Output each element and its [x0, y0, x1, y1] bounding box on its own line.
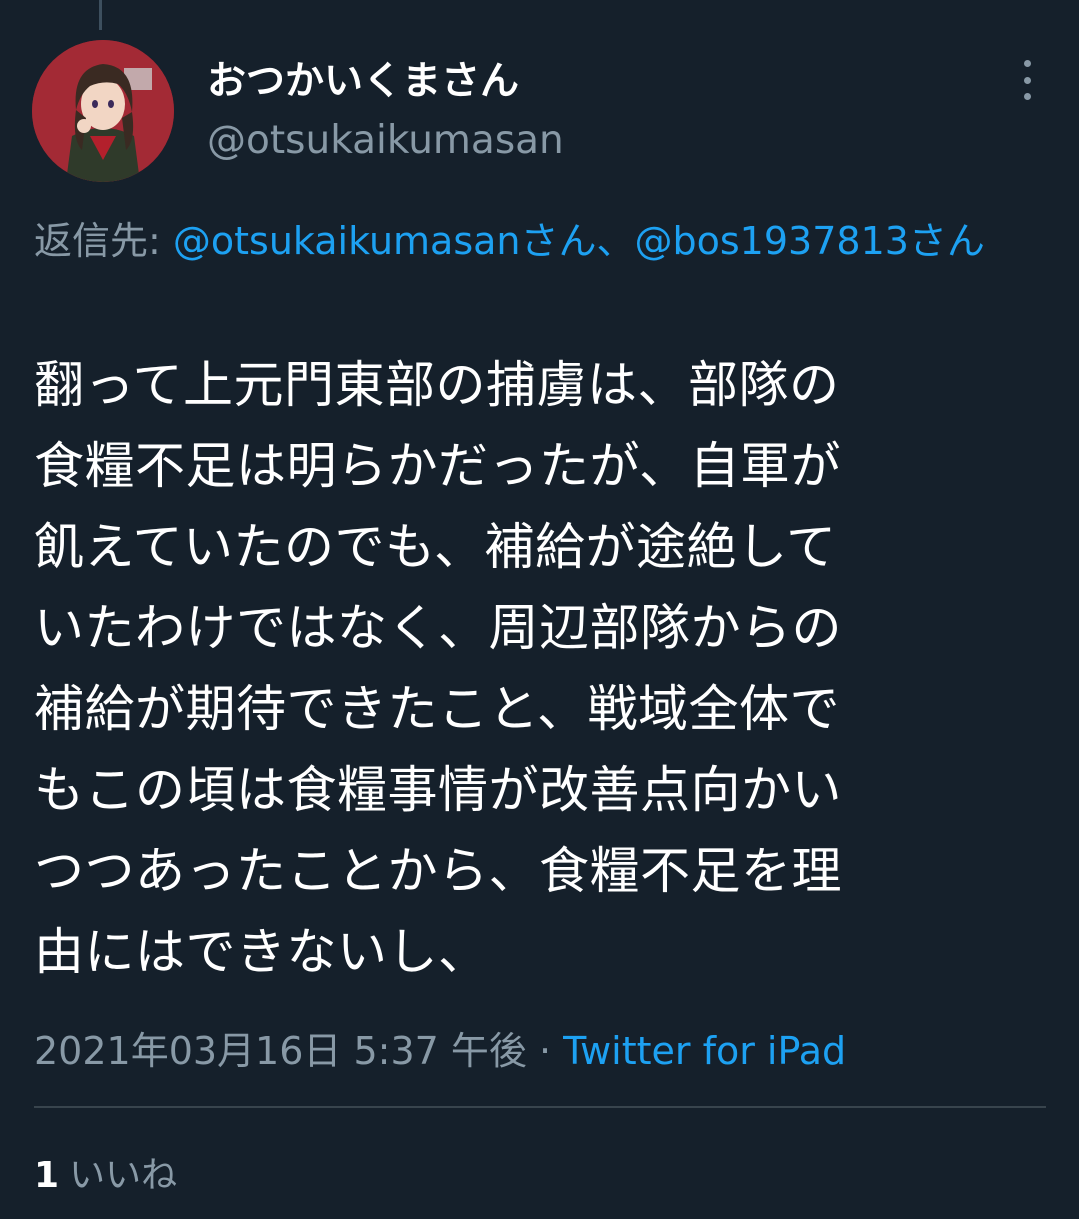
avatar[interactable] — [32, 40, 174, 182]
tweet-text-line: 翻って上元門東部の捕虜は、部隊の — [34, 356, 840, 414]
reply-to-prefix: 返信先: — [34, 219, 173, 263]
more-dot — [1023, 93, 1031, 100]
tweet-text-line: 飢えていたのでも、補給が途絶して — [34, 518, 837, 576]
avatar-anime-character-icon — [32, 40, 174, 182]
like-label: いいね — [69, 1155, 178, 1196]
reply-to-line: 返信先: @otsukaikumasanさん、@bos1937813さん — [34, 214, 1044, 269]
reply-mention-link[interactable]: @bos1937813さん — [635, 219, 985, 263]
tweet-text-line: 食糧不足は明らかだったが、自軍が — [34, 437, 841, 495]
like-count: 1 — [34, 1155, 60, 1196]
tweet-text-line: もこの頃は食糧事情が改善点向かい — [34, 761, 842, 819]
thread-connector-line — [99, 0, 102, 30]
tweet-text-line: いたわけではなく、周辺部隊からの — [34, 599, 842, 657]
tweet-text-line: つつあったことから、食糧不足を理 — [34, 842, 842, 900]
reply-mention-separator: 、 — [596, 219, 635, 263]
tweet-detail-view: おつかいくまさん @otsukaikumasan 返信先: @otsukaiku… — [0, 0, 1079, 1219]
divider — [34, 1106, 1046, 1108]
likes-stat[interactable]: 1 いいね — [34, 1146, 177, 1198]
user-handle[interactable]: @otsukaikumasan — [207, 118, 564, 163]
more-dot — [1023, 60, 1031, 67]
tweet-text-line: 補給が期待できたこと、戦域全体で — [34, 680, 840, 738]
reply-mention-link[interactable]: @otsukaikumasanさん — [173, 219, 597, 263]
tweet-text-line: 由にはできないし、 — [34, 923, 489, 981]
tweet-source-link[interactable]: Twitter for iPad — [563, 1029, 846, 1073]
tweet-meta: 2021年03月16日 5:37 午後 · Twitter for iPad — [34, 1020, 846, 1075]
more-dot — [1023, 76, 1031, 84]
more-options-icon[interactable] — [1010, 60, 1044, 100]
display-name[interactable]: おつかいくまさん — [207, 50, 519, 106]
meta-dot-separator: · — [526, 1029, 564, 1073]
tweet-timestamp[interactable]: 2021年03月16日 5:37 午後 — [34, 1029, 527, 1073]
tweet-text: 翻って上元門東部の捕虜は、部隊の 食糧不足は明らかだったが、自軍が 飢えていたの… — [34, 345, 1049, 993]
